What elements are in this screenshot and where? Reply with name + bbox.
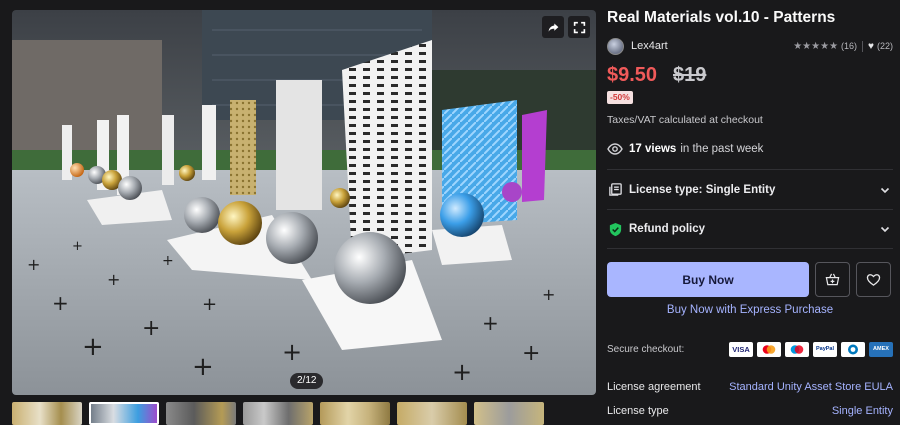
thumbnail[interactable] (12, 402, 82, 425)
license-type-label: License type: Single Entity (629, 183, 776, 196)
thumbnail[interactable] (166, 402, 236, 425)
license-agreement-label: License agreement (607, 381, 701, 393)
views-row: 17 views in the past week (607, 141, 763, 157)
views-count: 17 views (629, 143, 677, 155)
heart-icon: ♥ (868, 40, 874, 52)
license-type-accordion[interactable]: License type: Single Entity (607, 169, 893, 209)
svg-text:+: + (72, 239, 83, 254)
license-agreement-row: License agreement Standard Unity Asset S… (607, 381, 893, 393)
payment-methods: VISA PayPal AMEX (729, 341, 893, 357)
buy-now-button[interactable]: Buy Now (607, 262, 809, 297)
rating-count: (16) (841, 41, 858, 51)
license-icon (607, 182, 623, 198)
secure-checkout-row: Secure checkout: VISA PayPal AMEX (607, 340, 893, 358)
maestro-icon (785, 341, 809, 357)
license-type-row: License type Single Entity (607, 405, 893, 417)
shield-check-icon (607, 221, 623, 237)
favorite-button[interactable] (856, 262, 891, 297)
chevron-down-icon (880, 187, 890, 193)
svg-text:+: + (522, 341, 540, 366)
fullscreen-button[interactable] (568, 16, 590, 38)
license-type-info-label: License type (607, 405, 669, 417)
sale-price: $9.50 (607, 64, 658, 86)
divider (862, 40, 864, 52)
publisher-name[interactable]: Lex4art (631, 40, 668, 52)
svg-text:+: + (282, 338, 302, 366)
thumbnail-strip (12, 402, 596, 425)
favorites-count: (22) (876, 41, 893, 51)
svg-text:+: + (202, 294, 217, 315)
share-icon (548, 22, 558, 32)
thumbnail[interactable] (320, 402, 390, 425)
svg-text:+: + (192, 352, 214, 382)
secure-checkout-label: Secure checkout: (607, 343, 685, 355)
product-title: Real Materials vol.10 - Patterns (607, 9, 836, 26)
license-type-link[interactable]: Single Entity (832, 405, 893, 417)
amex-icon: AMEX (869, 341, 893, 357)
thumbnail[interactable] (397, 402, 467, 425)
add-to-cart-button[interactable] (815, 262, 850, 297)
views-suffix: in the past week (680, 143, 764, 155)
mastercard-icon (757, 341, 781, 357)
svg-text:+: + (482, 311, 499, 335)
svg-text:+: + (162, 253, 174, 269)
diners-club-icon (841, 341, 865, 357)
publisher-row: Lex4art ★★★★★ (16) ♥ (22) (607, 37, 893, 55)
rating[interactable]: ★★★★★ (16) ♥ (22) (793, 40, 893, 52)
paypal-icon: PayPal (813, 341, 837, 357)
add-to-cart-icon (825, 273, 840, 286)
fullscreen-icon (573, 21, 585, 33)
refund-policy-label: Refund policy (629, 223, 706, 235)
chevron-down-icon (880, 226, 890, 233)
svg-text:+: + (52, 291, 69, 315)
heart-outline-icon (866, 274, 881, 286)
publisher-avatar[interactable] (607, 37, 624, 55)
share-button[interactable] (542, 16, 564, 38)
image-counter: 2/12 (290, 373, 324, 389)
star-rating-icons: ★★★★★ (793, 40, 839, 52)
express-purchase-link[interactable]: Buy Now with Express Purchase (607, 304, 893, 316)
tax-note: Taxes/VAT calculated at checkout (607, 114, 763, 126)
svg-text:+: + (142, 316, 160, 341)
thumbnail[interactable] (243, 402, 313, 425)
svg-text:+: + (107, 270, 120, 289)
original-price: $19 (673, 64, 707, 86)
svg-text:+: + (82, 332, 104, 362)
thumbnail[interactable] (474, 402, 544, 425)
discount-badge: -50% (607, 91, 633, 104)
visa-card-icon: VISA (729, 341, 753, 357)
svg-text:+: + (27, 255, 40, 274)
svg-text:+: + (452, 358, 472, 386)
eye-icon (607, 143, 623, 155)
purchase-actions: Buy Now (607, 262, 893, 297)
main-product-image[interactable]: + + + + + + + + + + + + + + (12, 10, 596, 395)
svg-text:+: + (542, 285, 555, 304)
thumbnail-active[interactable] (89, 402, 159, 425)
license-agreement-link[interactable]: Standard Unity Asset Store EULA (729, 381, 893, 393)
refund-policy-accordion[interactable]: Refund policy (607, 209, 893, 249)
product-info-panel: Real Materials vol.10 - Patterns Lex4art… (607, 0, 893, 425)
product-gallery: + + + + + + + + + + + + + + 2/12 (12, 10, 596, 395)
